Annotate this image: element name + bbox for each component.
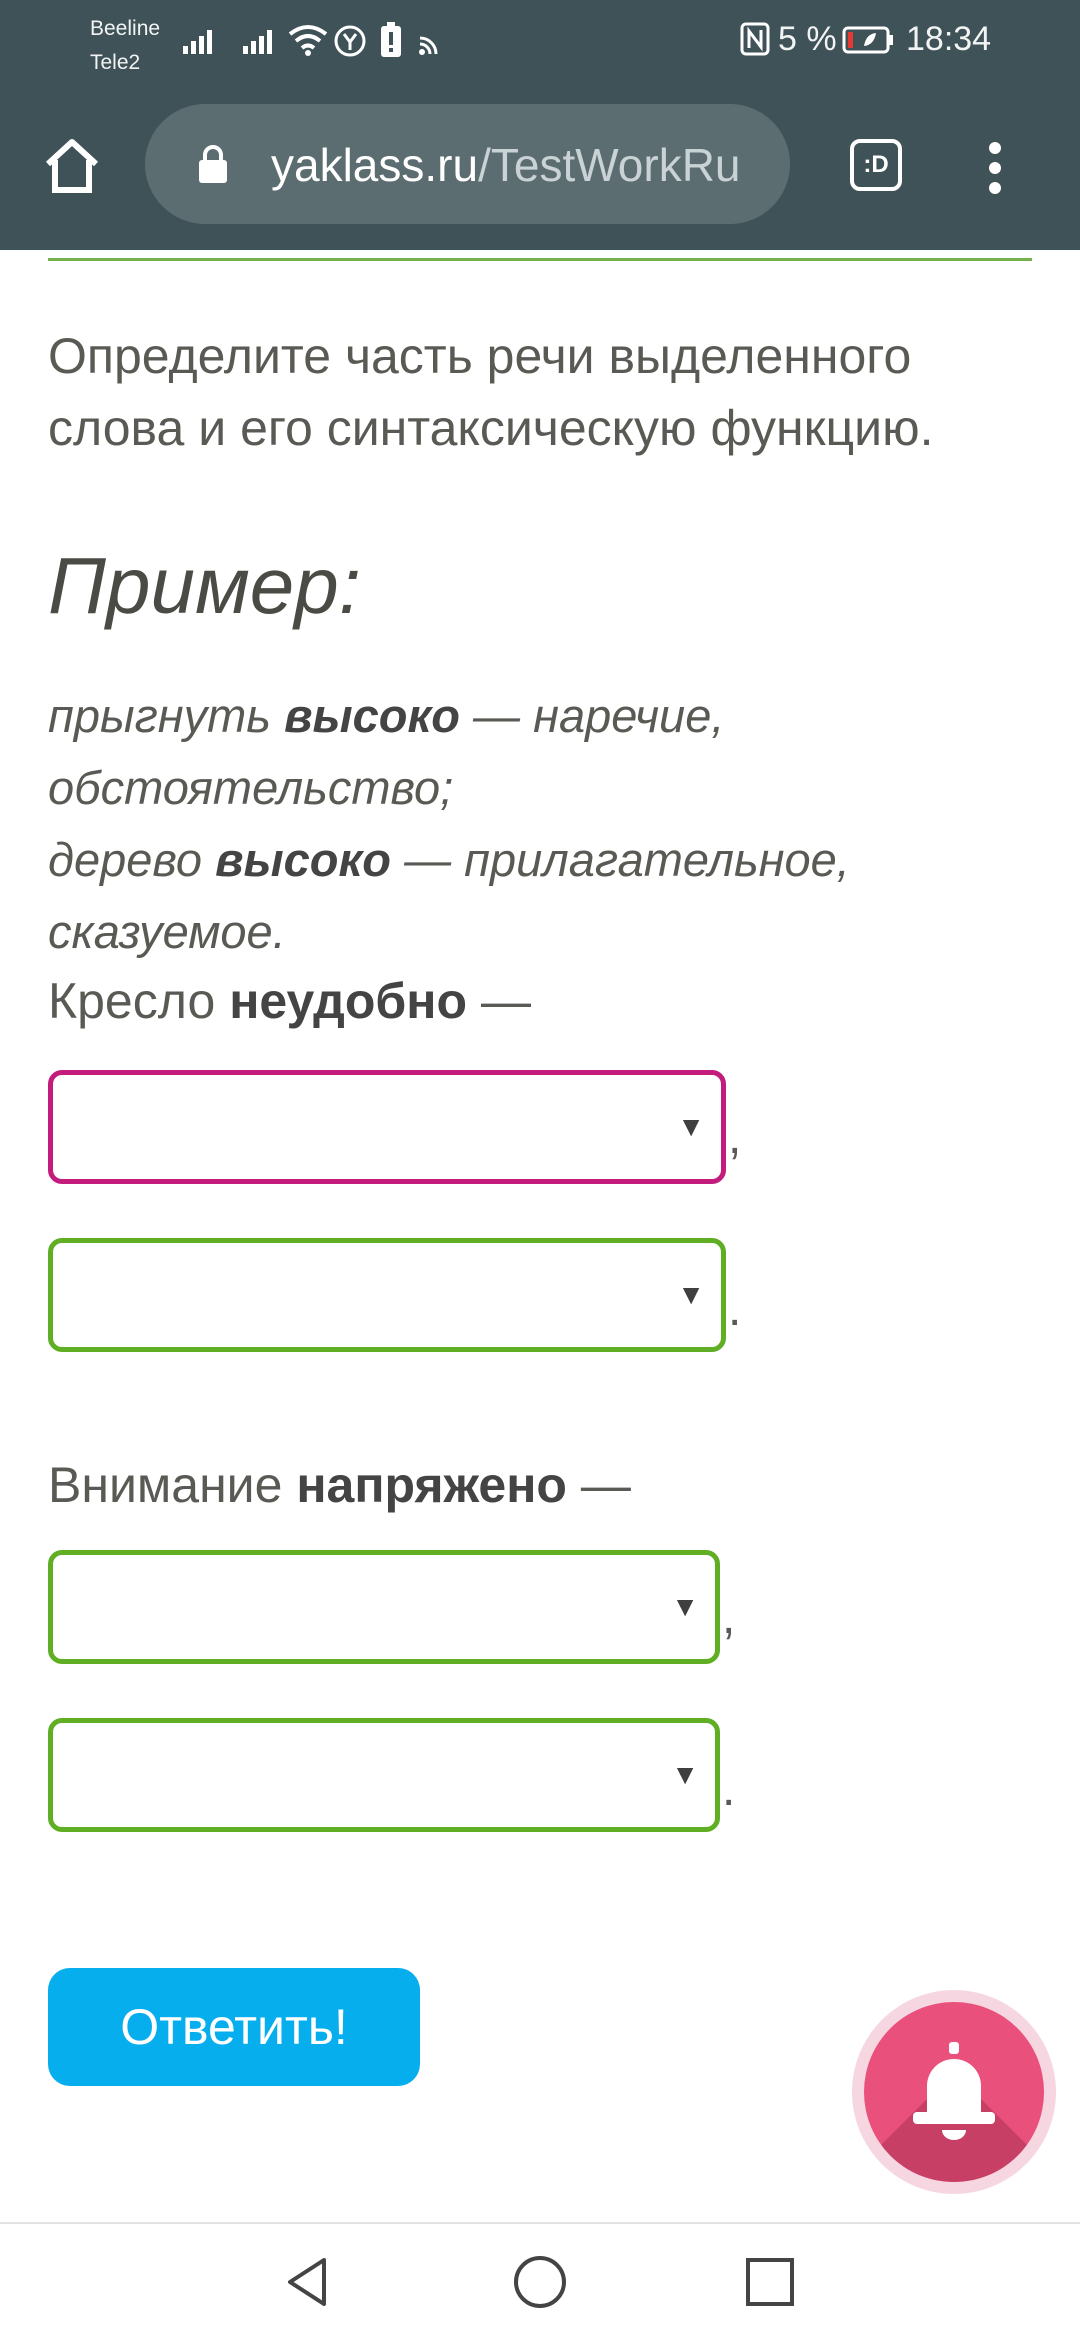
signal-icon: [183, 30, 212, 54]
recents-icon[interactable]: [742, 2254, 798, 2310]
question-1-bold: неудобно: [229, 973, 468, 1029]
example-2-word: дерево: [48, 833, 203, 886]
tabs-icon[interactable]: :D: [850, 139, 902, 191]
cast-icon: [419, 36, 438, 55]
lock-icon: [199, 145, 227, 183]
wifi-icon: [288, 25, 328, 56]
bell-icon: [913, 2042, 995, 2140]
question-2-dash: —: [580, 1457, 631, 1513]
nfc-icon: [740, 22, 770, 56]
back-icon[interactable]: [280, 2254, 336, 2310]
example-1-bold: высоко: [284, 689, 460, 742]
home-circle-icon[interactable]: [512, 2254, 568, 2310]
yandex-icon: [334, 25, 366, 57]
address-bar[interactable]: yaklass.ru/TestWorkRu: [145, 104, 790, 224]
clock: 18:34: [906, 20, 992, 58]
browser-chrome: Beeline Tele2 5 % 18:34 yaklass.ru/TestW…: [0, 0, 1080, 250]
task-instruction: Определите часть речи выделенного слова …: [48, 328, 934, 456]
example-text: прыгнуть высоко — наречие, обстоятельств…: [48, 680, 1058, 968]
question-2-function-select[interactable]: ▼: [48, 1718, 720, 1832]
chevron-down-icon: ▼: [671, 1759, 699, 1790]
bell-button-face: [864, 2002, 1044, 2182]
more-vert-icon[interactable]: [985, 140, 1005, 196]
system-nav-bar: [0, 2222, 1080, 2342]
carrier-names: Beeline Tele2: [90, 12, 160, 80]
signal-icon: [243, 30, 272, 54]
submit-answer-button[interactable]: Ответить!: [48, 1968, 420, 2086]
carrier-1: Beeline: [90, 17, 161, 40]
question-2-bold: напряжено: [296, 1457, 567, 1513]
example-2-bold: высоко: [215, 833, 392, 886]
battery-icon: [842, 26, 893, 54]
question-1-function-select[interactable]: ▼: [48, 1238, 726, 1352]
url-domain: yaklass.ru: [271, 139, 479, 191]
chevron-down-icon: ▼: [677, 1279, 705, 1310]
home-icon[interactable]: [42, 136, 102, 196]
chevron-down-icon: ▼: [677, 1111, 705, 1142]
question-1-label: Кресло неудобно —: [48, 972, 531, 1030]
url-text[interactable]: yaklass.ru/TestWorkRu: [271, 138, 771, 192]
question-1-dash: —: [480, 973, 531, 1029]
chevron-down-icon: ▼: [671, 1591, 699, 1622]
question-1-part-of-speech-select[interactable]: ▼: [48, 1070, 726, 1184]
status-bar: Beeline Tele2 5 % 18:34: [0, 0, 1080, 90]
url-path: /TestWorkRu: [478, 139, 741, 191]
question-2-prefix: Внимание: [48, 1457, 283, 1513]
carrier-2: Tele2: [90, 51, 141, 74]
separator-period: .: [728, 1283, 742, 1336]
example-1-word: прыгнуть: [48, 689, 271, 742]
question-1-prefix: Кресло: [48, 973, 216, 1029]
question-2-part-of-speech-select[interactable]: ▼: [48, 1550, 720, 1664]
separator-comma: ,: [728, 1111, 742, 1164]
question-2-label: Внимание напряжено —: [48, 1456, 631, 1514]
separator-comma: ,: [722, 1591, 736, 1644]
section-divider: [48, 258, 1032, 261]
battery-percent: 5 %: [778, 20, 837, 58]
example-title: Пример:: [48, 541, 362, 630]
notifications-button[interactable]: [852, 1990, 1056, 2194]
battery-saver-icon: [381, 22, 401, 57]
separator-period: .: [722, 1763, 736, 1816]
